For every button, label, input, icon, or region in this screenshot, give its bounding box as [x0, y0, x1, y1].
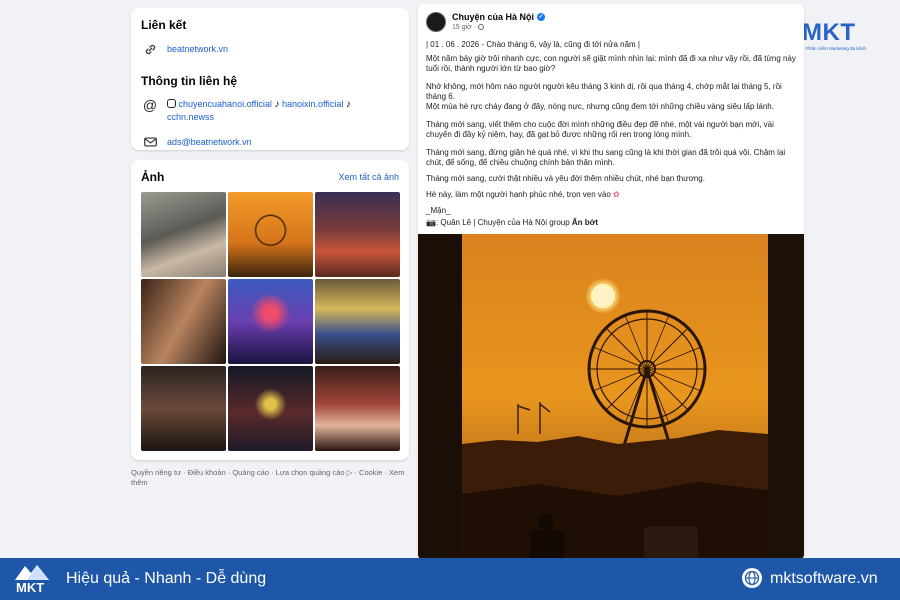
- link-icon: [141, 40, 159, 58]
- post-paragraph: Tháng mới sang, cười thật nhiều và yêu đ…: [426, 174, 705, 183]
- post-paragraph: Một mùa hè rực cháy đang ở đây, nóng nực…: [426, 102, 774, 111]
- verified-icon: ✓: [537, 13, 546, 21]
- photo-thumbnail[interactable]: [315, 279, 400, 364]
- contact-title: Thông tin liên hệ: [141, 74, 237, 88]
- post-photo[interactable]: [418, 234, 804, 560]
- email-link[interactable]: ads@beatnetwork.vn: [167, 137, 252, 147]
- post-credit-line: 📷: Quân Lê | Chuyện của Hà Nội group Ẩn …: [426, 218, 798, 228]
- bottom-brand-bar: MKT Hiệu quả - Nhanh - Dễ dùng mktsoftwa…: [0, 558, 900, 600]
- website-row: beatnetwork.vn: [141, 40, 399, 58]
- links-title: Liên kết: [141, 18, 187, 32]
- page-avatar[interactable]: [426, 12, 446, 32]
- website-link[interactable]: beatnetwork.vn: [167, 44, 228, 54]
- post-paragraph-last: Hè này, làm một người hạnh phúc nhé, trọ…: [426, 190, 798, 200]
- sunset-ferris-wheel-image: [418, 234, 804, 560]
- intro-card: Liên kết beatnetwork.vn Thông tin liên h…: [131, 8, 409, 150]
- post-credit: 📷: Quân Lê | Chuyện của Hà Nội group: [426, 218, 572, 227]
- public-icon: [478, 24, 484, 30]
- post-time[interactable]: 15 giờ ·: [452, 24, 478, 31]
- post-paragraph: Nhớ không, mới hôm nào người người kêu t…: [426, 82, 782, 101]
- post-author[interactable]: Chuyện của Hà Nội: [452, 12, 534, 22]
- post-paragraph: Một năm bảy giờ trôi nhanh cực, con ngườ…: [426, 54, 796, 73]
- footer-links[interactable]: Quyền riêng tư · Điều khoản · Quảng cáo …: [131, 468, 409, 488]
- tiktok-link-1[interactable]: hanoixin.official: [282, 99, 343, 109]
- instagram-icon: [167, 99, 176, 108]
- post-paragraph: Tháng mới sang, đừng giận hè quá nhé, vì…: [426, 148, 786, 167]
- brand-website[interactable]: mktsoftware.vn: [770, 570, 878, 588]
- photo-thumbnail[interactable]: [315, 366, 400, 451]
- photo-grid: [141, 192, 400, 451]
- social-row: @ chuyencuahanoi.official ♪ hanoixin.off…: [141, 96, 399, 123]
- post-signature: _Mận_: [426, 206, 451, 215]
- photos-title: Ảnh: [141, 170, 165, 184]
- slogan: Hiệu quả - Nhanh - Dễ dùng: [66, 570, 267, 587]
- post-paragraph: Tháng mới sang, viết thêm cho cuộc đời m…: [426, 120, 774, 139]
- mkt-logo-tagline: Phần mềm Marketing đa kênh: [806, 46, 867, 51]
- email-row: ads@beatnetwork.vn: [141, 133, 399, 151]
- photo-thumbnail[interactable]: [228, 192, 313, 277]
- photo-thumbnail[interactable]: [228, 279, 313, 364]
- mkt-mountain-icon: [15, 565, 49, 580]
- mkt-bottom-logo-text: MKT: [16, 580, 45, 595]
- at-icon: @: [142, 97, 158, 113]
- see-all-photos-link[interactable]: Xem tất cả ảnh: [338, 172, 399, 182]
- photo-thumbnail[interactable]: [141, 192, 226, 277]
- mail-icon: [141, 133, 159, 151]
- mkt-bottom-logo: MKT: [14, 562, 52, 596]
- tiktok-icon: ♪: [345, 99, 351, 110]
- tiktok-icon: ♪: [274, 99, 280, 110]
- flower-icon: ✿: [613, 190, 620, 199]
- globe-icon: [742, 568, 762, 588]
- photos-card: Ảnh Xem tất cả ảnh: [131, 160, 409, 460]
- tiktok-link-2[interactable]: cchn.newss: [167, 112, 214, 122]
- post-line-date: | 01 . 06 . 2026 - Chào tháng 6, vậy là,…: [426, 40, 640, 49]
- photo-thumbnail[interactable]: [141, 366, 226, 451]
- photo-thumbnail[interactable]: [141, 279, 226, 364]
- post-card: Chuyện của Hà Nội ✓ 15 giờ · | 01 . 06 .…: [418, 4, 804, 560]
- photo-thumbnail[interactable]: [315, 192, 400, 277]
- photo-thumbnail[interactable]: [228, 366, 313, 451]
- post-paragraph: Hè này, làm một người hạnh phúc nhé, trọ…: [426, 190, 614, 199]
- mkt-logo-text: MKT: [802, 19, 856, 46]
- instagram-link[interactable]: chuyencuahanoi.official: [179, 99, 272, 109]
- collapse-link[interactable]: Ẩn bớt: [572, 218, 598, 227]
